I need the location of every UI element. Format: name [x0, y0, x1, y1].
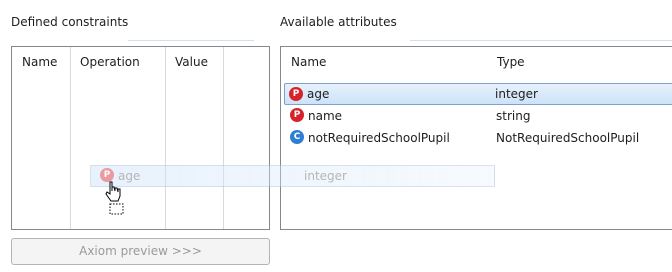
attribute-row-name[interactable]: P name string	[285, 105, 672, 127]
axiom-preview-button[interactable]: Axiom preview >>>	[11, 238, 270, 265]
class-icon: C	[290, 130, 304, 144]
column-header-type[interactable]: Type	[487, 47, 667, 77]
column-header-operation[interactable]: Operation	[70, 47, 165, 77]
attribute-name: notRequiredSchoolPupil	[308, 131, 450, 145]
column-header-name[interactable]: Name	[12, 47, 70, 77]
attribute-type: integer	[495, 87, 538, 101]
column-separator	[223, 47, 224, 229]
defined-constraints-label: Defined constraints	[11, 15, 129, 29]
available-attributes-label: Available attributes	[280, 15, 397, 29]
column-header-value[interactable]: Value	[165, 47, 223, 77]
attribute-name: name	[308, 109, 343, 123]
property-icon: P	[289, 87, 303, 101]
attribute-name: age	[307, 87, 330, 101]
available-attributes-table[interactable]: Name Type P age integer P name string C …	[280, 46, 672, 230]
attribute-type: string	[496, 109, 531, 123]
attribute-type: NotRequiredSchoolPupil	[496, 131, 640, 145]
drag-ghost-row: P age integer	[90, 165, 495, 187]
property-icon: P	[290, 108, 304, 122]
attribute-row-notrequiredschoolpupil[interactable]: C notRequiredSchoolPupil NotRequiredScho…	[285, 127, 672, 149]
available-attributes-divider	[410, 40, 672, 41]
column-header-name[interactable]: Name	[281, 47, 491, 77]
defined-constraints-divider	[128, 40, 254, 41]
drag-ghost-type: integer	[304, 169, 347, 183]
attribute-row-age[interactable]: P age integer	[284, 83, 672, 105]
defined-constraints-table[interactable]: Name Operation Value	[11, 46, 270, 230]
drag-cursor-icon	[105, 181, 124, 215]
